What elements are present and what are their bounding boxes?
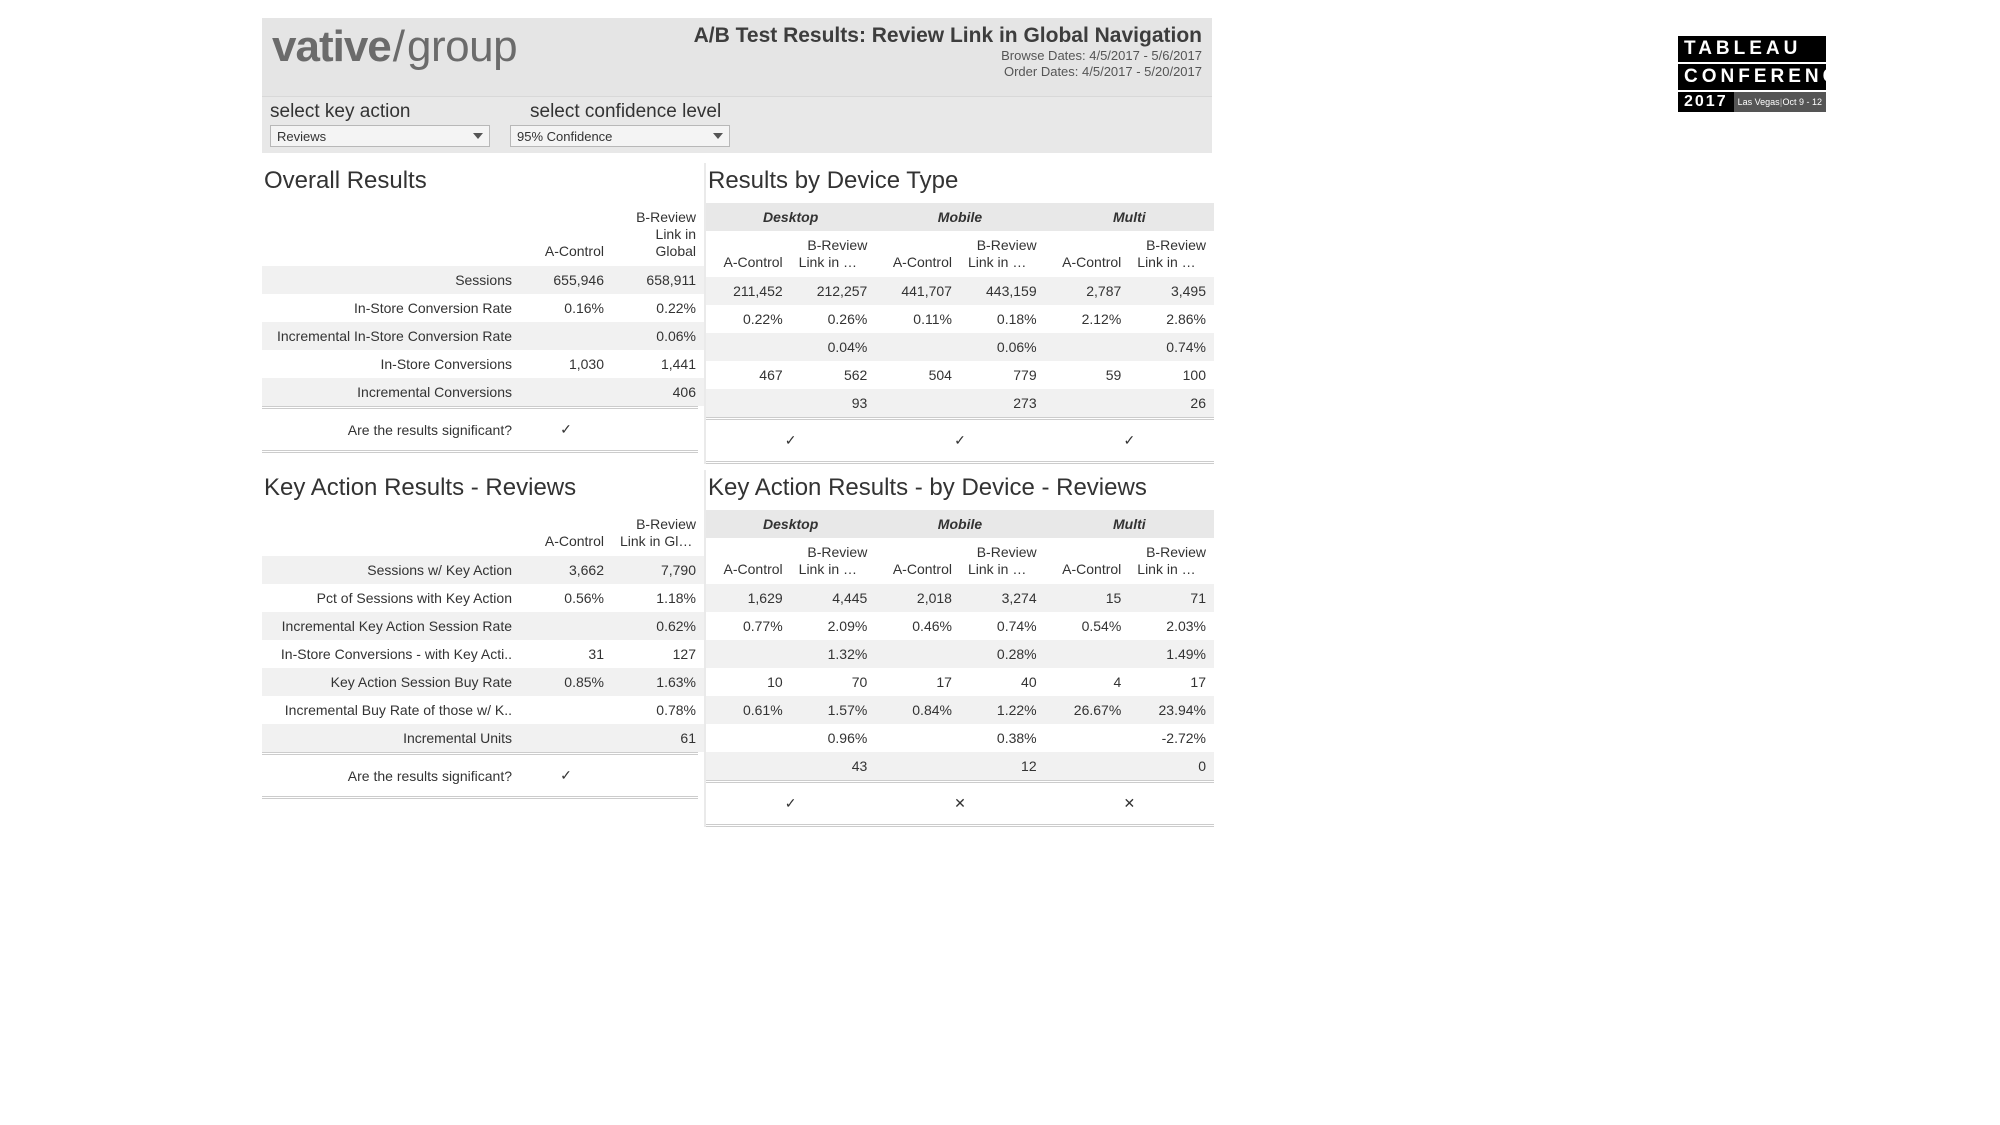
metric-value-a: 31 [520,640,612,668]
tableau-conference-badge: TABLEAU CONFERENCE 2017 Las Vegas | Oct … [1678,36,1826,112]
metric-value-b: 127 [612,640,704,668]
metric-value-b: 7,790 [612,556,704,584]
key-action-title: Key Action Results - Reviews [262,470,698,510]
badge-line1: TABLEAU [1678,36,1826,62]
device-results-title: Results by Device Type [706,163,1214,203]
overall-table: Sessions 655,946 658,911 In-Store Convers… [262,266,704,406]
metric-value-a [520,696,612,724]
metric-value-a: 3,662 [520,556,612,584]
order-dates: Order Dates: 4/5/2017 - 5/20/2017 [694,64,1202,80]
metric-value-b: 1.18% [612,584,704,612]
key-action-select[interactable]: Reviews [270,125,490,147]
key-action-device-section: Key Action Results - by Device - Reviews… [704,470,1214,827]
confidence-filter-label: select confidence level [530,101,770,123]
check-icon: ✓ [1045,426,1214,455]
metric-value-a: 0.85% [520,668,612,696]
metric-value-a: 0.16% [520,294,612,322]
metric-label: Pct of Sessions with Key Action [262,584,520,612]
significance-label: Are the results significant? [262,761,520,790]
chevron-down-icon [713,133,723,139]
logo-main-text: vative [272,22,391,72]
check-icon: ✓ [520,415,612,444]
logo-slash: / [391,22,407,72]
check-icon: ✓ [706,426,875,455]
metric-value-b: 1,441 [612,350,704,378]
metric-label: Sessions [262,266,520,294]
metric-label: Incremental Buy Rate of those w/ K.. [262,696,520,724]
metric-value-b: 0.78% [612,696,704,724]
device-multi-hdr: Multi [1045,203,1214,231]
overall-results-title: Overall Results [262,163,698,203]
badge-year: 2017 [1678,92,1734,112]
badge-location: Las Vegas | Oct 9 - 12 [1734,92,1826,112]
overall-results-section: Overall Results A-Control B-ReviewLink i… [262,163,704,464]
cross-icon: ✕ [875,789,1044,818]
device-results-section: Results by Device Type Desktop Mobile Mu… [704,163,1214,464]
metric-value-b: 406 [612,378,704,406]
page-title: A/B Test Results: Review Link in Global … [694,24,1202,48]
metric-value-b: 0.22% [612,294,704,322]
device-mobile-hdr: Mobile [875,203,1044,231]
key-action-device-table: 1,6294,445 2,0183,274 15710.77%2.09% 0.4… [706,584,1214,780]
header-bar: vative / group A/B Test Results: Review … [262,18,1212,96]
metric-value-a: 655,946 [520,266,612,294]
metric-label: Incremental Key Action Session Rate [262,612,520,640]
key-action-section: Key Action Results - Reviews A-Control B… [262,470,704,827]
metric-label: Incremental Conversions [262,378,520,406]
metric-value-b: 0.62% [612,612,704,640]
col-b-review: B-ReviewLink inGlobal [612,203,704,266]
cross-icon: ✕ [1045,789,1214,818]
metric-label: Incremental In-Store Conversion Rate [262,322,520,350]
header-right: A/B Test Results: Review Link in Global … [694,24,1202,80]
check-icon: ✓ [520,761,612,790]
metric-value-a [520,724,612,752]
metric-value-a [520,322,612,350]
metric-label: In-Store Conversions [262,350,520,378]
confidence-select[interactable]: 95% Confidence [510,125,730,147]
metric-value-a [520,612,612,640]
metric-value-a: 1,030 [520,350,612,378]
chevron-down-icon [473,133,483,139]
ovative-logo: vative / group [272,22,517,72]
metric-value-b: 61 [612,724,704,752]
device-desktop-hdr: Desktop [706,203,875,231]
check-icon: ✓ [706,789,875,818]
metric-label: Sessions w/ Key Action [262,556,520,584]
content-grid: Overall Results A-Control B-ReviewLink i… [262,153,1212,827]
filter-bar: select key action select confidence leve… [262,96,1212,153]
key-action-table: Sessions w/ Key Action 3,662 7,790 Pct of… [262,556,704,752]
metric-value-a [520,378,612,406]
key-action-value: Reviews [277,129,326,144]
significance-label: Are the results significant? [262,415,520,444]
dashboard-container: vative / group A/B Test Results: Review … [262,18,1212,827]
browse-dates: Browse Dates: 4/5/2017 - 5/6/2017 [694,48,1202,64]
device-table: 211,452212,257 441,707443,159 2,7873,495… [706,277,1214,417]
metric-label: Key Action Session Buy Rate [262,668,520,696]
metric-label: Incremental Units [262,724,520,752]
metric-value-b: 658,911 [612,266,704,294]
key-action-device-title: Key Action Results - by Device - Reviews [706,470,1214,510]
metric-value-b: 1.63% [612,668,704,696]
metric-value-b: 0.06% [612,322,704,350]
col-a-control: A-Control [520,203,612,266]
check-icon: ✓ [875,426,1044,455]
key-action-filter-label: select key action [270,101,510,123]
metric-label: In-Store Conversion Rate [262,294,520,322]
confidence-value: 95% Confidence [517,129,612,144]
logo-group-text: group [407,22,517,72]
metric-value-a: 0.56% [520,584,612,612]
badge-line2: CONFERENCE [1678,64,1826,90]
metric-label: In-Store Conversions - with Key Acti.. [262,640,520,668]
